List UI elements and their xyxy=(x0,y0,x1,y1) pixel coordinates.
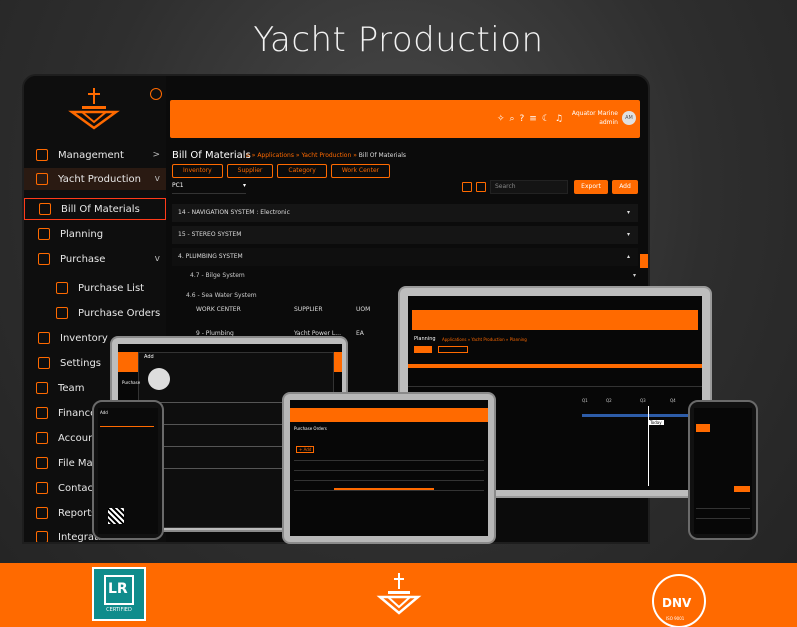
sub-accordion-row[interactable]: 4.7 - Bilge System ▾ xyxy=(190,268,636,284)
phone-screen xyxy=(694,408,752,534)
yacht-logo-icon xyxy=(68,88,120,130)
box-icon xyxy=(38,332,50,344)
users-icon xyxy=(36,382,48,394)
sidebar-item-purchase[interactable]: Purchase v xyxy=(24,248,166,270)
link-icon xyxy=(36,531,48,542)
folder-icon xyxy=(36,457,48,469)
tab-work-center[interactable]: Work Center xyxy=(330,164,391,178)
top-bar: ✧⌕?≡☾♫ Aquator Marine admin AM xyxy=(170,100,640,138)
left-phone: Add xyxy=(92,400,164,540)
chevron-down-icon: ▾ xyxy=(626,209,630,216)
tab-inventory[interactable]: Inventory xyxy=(172,164,223,178)
planning-title: Planning xyxy=(414,336,436,342)
add-button[interactable]: Add xyxy=(612,180,638,194)
page-heading: Bill Of Materials xyxy=(172,150,251,161)
tab-supplier[interactable]: Supplier xyxy=(226,164,274,178)
book-icon xyxy=(36,507,48,519)
chevron-up-icon: ▴ xyxy=(626,253,630,260)
right-phone xyxy=(688,400,758,540)
chevron-down-icon: ▾ xyxy=(626,231,630,238)
wrench-icon xyxy=(36,173,48,185)
page-title: Yacht Production xyxy=(253,20,544,60)
cart-icon xyxy=(38,253,50,265)
sidebar-item-yacht-production[interactable]: Yacht Production v xyxy=(24,168,166,190)
calendar-icon xyxy=(38,228,50,240)
export-button[interactable]: Export xyxy=(574,180,608,194)
chevron-down-icon: v xyxy=(154,254,160,264)
settings-tab-icon[interactable] xyxy=(640,254,648,268)
chevron-down-icon: ▾ xyxy=(632,272,636,279)
search-input[interactable]: Search xyxy=(490,180,568,194)
topbar-icons[interactable]: ✧⌕?≡☾♫ xyxy=(497,114,568,124)
pc-select[interactable]: PC1 ▾ xyxy=(172,182,246,194)
sidebar-item-bill-of-materials[interactable]: Bill Of Materials xyxy=(24,198,166,220)
lr-certified-badge: LR CERTIFIED xyxy=(92,567,146,621)
dollar-icon xyxy=(36,407,48,419)
chevron-down-icon: ▾ xyxy=(242,182,246,189)
yacht-logo-icon xyxy=(376,573,422,615)
file-icon xyxy=(39,203,51,215)
avatar[interactable]: AM xyxy=(622,111,636,125)
tab-category[interactable]: Category xyxy=(277,164,327,178)
sidebar-item-management[interactable]: Management > xyxy=(24,144,166,166)
home-icon[interactable]: ⌂ xyxy=(246,152,250,159)
sidebar-item-purchase-list[interactable]: Purchase List xyxy=(24,277,166,299)
sidebar-item-purchase-orders[interactable]: Purchase Orders xyxy=(24,302,166,324)
user-info[interactable]: Aquator Marine admin xyxy=(572,109,618,127)
accordion-row[interactable]: 15 - STEREO SYSTEM ▾ xyxy=(172,226,638,244)
tab-bar: Inventory Supplier Category Work Center xyxy=(172,164,391,178)
chevron-down-icon: v xyxy=(154,174,160,184)
purchase-orders-laptop: Purchase Orders + Add xyxy=(282,392,496,544)
grid-view-icon[interactable] xyxy=(462,182,472,192)
gear-icon xyxy=(38,357,50,369)
dnv-iso-badge: DNV ISO 9001 xyxy=(652,574,706,627)
accordion-row[interactable]: 4. PLUMBING SYSTEM ▴ xyxy=(172,248,638,266)
settings-gear-icon[interactable] xyxy=(150,88,162,100)
breadcrumb: ⌂ » Applications » Yacht Production » Bi… xyxy=(246,152,407,159)
briefcase-icon xyxy=(36,149,48,161)
file-icon xyxy=(56,307,68,319)
po-screen: Purchase Orders + Add xyxy=(290,400,488,536)
contact-icon xyxy=(36,482,48,494)
file-icon xyxy=(56,282,68,294)
split-view-icon[interactable] xyxy=(476,182,486,192)
accordion-row[interactable]: 14 - NAVIGATION SYSTEM : Electronic ▾ xyxy=(172,204,638,222)
sidebar-item-planning[interactable]: Planning xyxy=(24,223,166,245)
chart-icon xyxy=(36,432,48,444)
chevron-right-icon: > xyxy=(152,150,160,160)
phone-screen: Add xyxy=(98,408,158,534)
